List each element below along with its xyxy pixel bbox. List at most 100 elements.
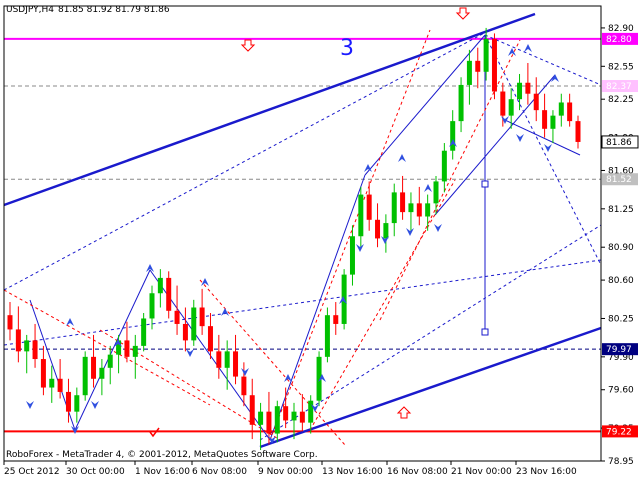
candle-body bbox=[433, 181, 439, 204]
candle-body bbox=[74, 395, 80, 412]
y-tick-label: 82.55 bbox=[608, 62, 634, 72]
wave-line bbox=[74, 269, 151, 431]
candle bbox=[525, 63, 531, 105]
candle bbox=[283, 387, 289, 429]
candle-body bbox=[166, 277, 172, 311]
candle bbox=[433, 175, 439, 215]
candle-body bbox=[283, 406, 289, 421]
candle bbox=[567, 93, 573, 127]
candle bbox=[249, 378, 255, 440]
candle-body bbox=[99, 367, 105, 379]
candle-body bbox=[224, 351, 230, 368]
candle bbox=[441, 143, 447, 193]
mid-box bbox=[481, 180, 489, 188]
fractal-up-marker bbox=[508, 48, 516, 56]
candle-body bbox=[91, 356, 97, 379]
fractal-down-marker bbox=[434, 224, 442, 232]
candle-body bbox=[483, 38, 489, 72]
level-box-label: 79.97 bbox=[606, 345, 632, 355]
y-tick-label: 81.25 bbox=[608, 205, 634, 215]
candle bbox=[24, 334, 30, 374]
red-channel bbox=[269, 29, 431, 441]
candle bbox=[550, 110, 556, 144]
candle-body bbox=[65, 391, 71, 412]
x-tick-label: 16 Nov 08:00 bbox=[387, 467, 448, 477]
candle-body bbox=[24, 340, 30, 352]
x-tick-label: 1 Nov 16:00 bbox=[135, 467, 190, 477]
candle-body bbox=[132, 345, 138, 357]
candle bbox=[475, 47, 481, 89]
candle-body bbox=[366, 194, 372, 220]
candle bbox=[391, 183, 397, 237]
candle-body bbox=[333, 315, 339, 324]
x-tick-label: 6 Nov 08:00 bbox=[192, 467, 247, 477]
fractal-down-marker bbox=[544, 144, 552, 152]
candle bbox=[491, 33, 497, 100]
y-tick-label: 80.90 bbox=[608, 243, 634, 253]
candle-body bbox=[191, 307, 197, 341]
main-trend-line bbox=[3, 12, 536, 207]
candle-body bbox=[299, 411, 305, 423]
price-chart: 82.9082.5582.2581.9081.6081.2580.9080.60… bbox=[3, 5, 639, 477]
red-channel bbox=[309, 179, 456, 431]
candle-body bbox=[416, 203, 422, 217]
candle bbox=[358, 186, 364, 248]
x-tick-label: 21 Nov 00:00 bbox=[451, 467, 512, 477]
candle bbox=[157, 269, 163, 308]
candle bbox=[383, 214, 389, 253]
candle-body bbox=[157, 277, 163, 294]
y-tick-label: 82.90 bbox=[608, 24, 634, 34]
fractal-down-marker bbox=[186, 349, 194, 357]
candle bbox=[375, 203, 381, 248]
candle-body bbox=[441, 150, 447, 182]
level-box-label: 82.37 bbox=[606, 82, 632, 92]
mid-channel-dashed bbox=[3, 259, 602, 346]
candle bbox=[141, 312, 147, 352]
candle-body bbox=[491, 38, 497, 92]
candle bbox=[349, 225, 355, 286]
candle-body bbox=[199, 307, 205, 327]
candle bbox=[182, 307, 188, 352]
candle-body bbox=[375, 219, 381, 239]
candle-body bbox=[82, 356, 88, 396]
candle bbox=[258, 402, 264, 451]
candle-body bbox=[567, 102, 573, 122]
candles bbox=[7, 27, 581, 451]
candle-body bbox=[517, 82, 523, 100]
candle bbox=[517, 73, 523, 111]
candle-body bbox=[266, 411, 272, 434]
candle-body bbox=[475, 60, 481, 72]
candle-body bbox=[349, 236, 355, 275]
candle bbox=[274, 400, 280, 443]
candle bbox=[132, 334, 138, 379]
candle-body bbox=[383, 223, 389, 239]
candle-body bbox=[174, 310, 180, 324]
candle-body bbox=[216, 351, 222, 368]
candle bbox=[333, 302, 339, 335]
candle-body bbox=[124, 340, 130, 357]
plot-frame bbox=[3, 5, 602, 462]
level-box-label: 82.80 bbox=[606, 35, 632, 45]
wave-line bbox=[364, 34, 486, 176]
wave-label: 3 bbox=[340, 36, 354, 61]
candle bbox=[408, 192, 414, 231]
red-channel bbox=[379, 39, 521, 321]
fractal-down-marker bbox=[516, 134, 524, 142]
candle-body bbox=[550, 115, 556, 129]
candle-body bbox=[258, 411, 264, 425]
candle-body bbox=[7, 315, 13, 330]
candle-body bbox=[182, 323, 188, 341]
candle bbox=[191, 299, 197, 346]
candle bbox=[149, 285, 155, 330]
candle-body bbox=[391, 192, 397, 224]
y-tick-label: 79.60 bbox=[608, 386, 634, 396]
candle bbox=[416, 186, 422, 226]
candle bbox=[542, 93, 548, 138]
candle-body bbox=[425, 203, 431, 217]
candle-body bbox=[500, 91, 506, 116]
fractal-down-marker bbox=[71, 426, 79, 434]
candle-body bbox=[308, 400, 314, 423]
fractal-down-marker bbox=[241, 368, 249, 376]
candle bbox=[82, 351, 88, 401]
axes: 82.9082.5582.2581.9081.6081.2580.9080.60… bbox=[3, 5, 639, 477]
